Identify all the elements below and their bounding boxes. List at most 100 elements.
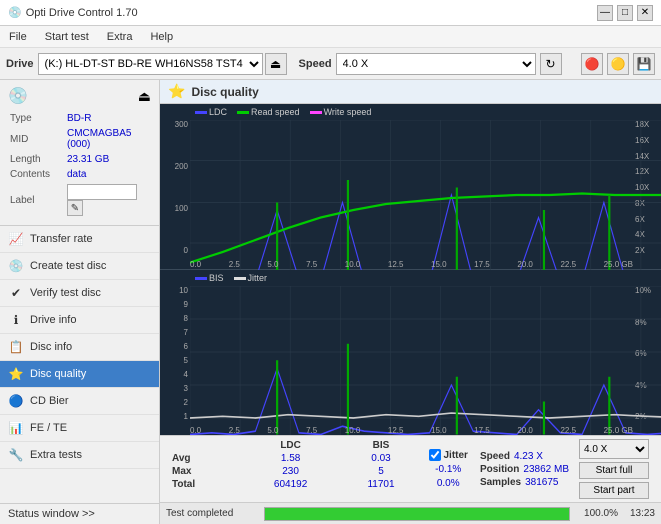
menu-start-test[interactable]: Start test (40, 29, 94, 45)
stats-col-empty (168, 439, 242, 452)
maximize-button[interactable]: □ (617, 5, 633, 21)
toolbar-icon-2[interactable]: 🟡 (607, 53, 629, 75)
jitter-checkbox-row: Jitter (429, 449, 468, 461)
speed-stat-value: 4.23 X (514, 451, 543, 462)
sidebar-item-extra-tests[interactable]: 🔧 Extra tests (0, 442, 159, 469)
bis-y-6: 6 (162, 342, 188, 351)
bottom-bar: Test completed 100.0% 13:23 (160, 502, 661, 524)
menu-extra[interactable]: Extra (102, 29, 138, 45)
bis-x-10: 10.0 (345, 426, 361, 435)
jitter-label: Jitter (444, 450, 468, 461)
save-button[interactable]: 💾 (633, 53, 655, 75)
start-full-button[interactable]: Start full (579, 462, 649, 479)
extra-tests-icon: 🔧 (8, 447, 24, 463)
sidebar-item-transfer-rate[interactable]: 📈 Transfer rate (0, 226, 159, 253)
verify-test-disc-icon: ✔ (8, 285, 24, 301)
sidebar-item-fe-te[interactable]: 📊 FE / TE (0, 415, 159, 442)
sidebar-item-disc-quality[interactable]: ⭐ Disc quality (0, 361, 159, 388)
toolbar-icon-1[interactable]: 🔴 (581, 53, 603, 75)
bis-x-20: 20.0 (517, 426, 533, 435)
ldc-legend-item: LDC (195, 107, 227, 117)
sidebar-item-create-test-disc-label: Create test disc (30, 260, 106, 272)
speed-stat-label: Speed (480, 451, 510, 462)
menu-file[interactable]: File (4, 29, 32, 45)
main-area: 💿 ⏏ Type BD-R MID CMCMAGBA5 (000) Length… (0, 80, 661, 524)
disc-type-value: BD-R (67, 112, 149, 125)
ldc-chart: LDC Read speed Write speed 300 (160, 104, 661, 269)
ldc-legend-color (195, 111, 207, 114)
disc-type-label: Type (10, 112, 65, 125)
disc-quality-header-icon: ⭐ (168, 83, 185, 100)
sidebar-item-transfer-rate-label: Transfer rate (30, 233, 93, 245)
write-speed-legend-label: Write speed (324, 107, 372, 117)
charts-container: LDC Read speed Write speed 300 (160, 104, 661, 435)
bis-x-5: 5.0 (267, 426, 278, 435)
sidebar-item-drive-info[interactable]: ℹ Drive info (0, 307, 159, 334)
y-label-200: 200 (162, 162, 188, 171)
bis-x-25: 25.0 GB (604, 426, 633, 435)
chart2-x-axis: 0.0 2.5 5.0 7.5 10.0 12.5 15.0 17.5 20.0… (190, 426, 633, 435)
speed-btn-section: 4.0 X Start full Start part (575, 439, 653, 499)
chart1-x-axis: 0.0 2.5 5.0 7.5 10.0 12.5 15.0 17.5 20.0… (190, 260, 633, 269)
disc-type-row: Type BD-R (10, 112, 149, 125)
disc-label-label: Label (10, 183, 65, 217)
minimize-button[interactable]: — (597, 5, 613, 21)
start-part-button[interactable]: Start part (579, 482, 649, 499)
sidebar-item-disc-quality-label: Disc quality (30, 368, 86, 380)
close-button[interactable]: ✕ (637, 5, 653, 21)
disc-contents-row: Contents data (10, 168, 149, 181)
sidebar-item-cd-bier-label: CD Bier (30, 395, 69, 407)
x-label-10: 10.0 (345, 260, 361, 269)
bis-y-3: 3 (162, 384, 188, 393)
create-test-disc-icon: 💿 (8, 258, 24, 274)
x-label-2-5: 2.5 (229, 260, 240, 269)
jitter-checkbox[interactable] (429, 449, 441, 461)
stats-col-bis-header: BIS (340, 439, 423, 452)
drive-eject-button[interactable]: ⏏ (265, 53, 287, 75)
disc-quality-title: Disc quality (191, 85, 258, 99)
disc-label-input[interactable] (67, 184, 137, 200)
bottom-progress-pct: 100.0% (578, 508, 618, 519)
x-label-25: 25.0 GB (604, 260, 633, 269)
status-window-button[interactable]: Status window >> (0, 503, 159, 524)
avg-bis: 0.03 (340, 452, 423, 465)
bis-chart: BIS Jitter 10 9 8 7 6 5 (160, 270, 661, 435)
chart1-legend: LDC Read speed Write speed (195, 107, 371, 117)
speed-position-section: Speed 4.23 X Position 23862 MB Samples 3… (474, 439, 575, 499)
stats-total-row: Total 604192 11701 (168, 478, 423, 491)
sidebar-item-cd-bier[interactable]: 🔵 CD Bier (0, 388, 159, 415)
disc-panel: 💿 ⏏ Type BD-R MID CMCMAGBA5 (000) Length… (0, 80, 159, 226)
stats-speed-select[interactable]: 4.0 X (579, 439, 649, 459)
disc-eject-icon[interactable]: ⏏ (138, 88, 151, 105)
bis-legend-label: BIS (209, 273, 224, 283)
bis-x-15: 15.0 (431, 426, 447, 435)
write-speed-legend-item: Write speed (310, 107, 372, 117)
sidebar-item-disc-info[interactable]: 📋 Disc info (0, 334, 159, 361)
sidebar-item-create-test-disc[interactable]: 💿 Create test disc (0, 253, 159, 280)
drive-select[interactable]: (K:) HL-DT-ST BD-RE WH16NS58 TST4 (38, 53, 263, 75)
max-bis: 5 (340, 465, 423, 478)
disc-length-row: Length 23.31 GB (10, 153, 149, 166)
x-label-0: 0.0 (190, 260, 201, 269)
drive-info-icon: ℹ (8, 312, 24, 328)
speed-select[interactable]: 4.0 X 2.0 X 8.0 X (336, 53, 536, 75)
disc-mid-label: MID (10, 127, 65, 151)
sidebar-item-verify-test-disc[interactable]: ✔ Verify test disc (0, 280, 159, 307)
bis-x-0: 0.0 (190, 426, 201, 435)
app-title-text: Opti Drive Control 1.70 (26, 7, 138, 19)
ldc-legend-label: LDC (209, 107, 227, 117)
bis-x-7-5: 7.5 (306, 426, 317, 435)
disc-contents-label: Contents (10, 168, 65, 181)
max-ldc: 230 (242, 465, 340, 478)
menu-help[interactable]: Help (145, 29, 178, 45)
bis-y-9: 9 (162, 300, 188, 309)
x-label-15: 15.0 (431, 260, 447, 269)
refresh-button[interactable]: ↻ (540, 53, 562, 75)
jitter-section: Jitter -0.1% 0.0% (423, 439, 474, 499)
x-label-22-5: 22.5 (560, 260, 576, 269)
sidebar-item-extra-tests-label: Extra tests (30, 449, 82, 461)
bis-x-2-5: 2.5 (229, 426, 240, 435)
progress-bar-fill (265, 508, 569, 520)
transfer-rate-icon: 📈 (8, 231, 24, 247)
disc-label-edit-button[interactable]: ✎ (67, 200, 83, 216)
